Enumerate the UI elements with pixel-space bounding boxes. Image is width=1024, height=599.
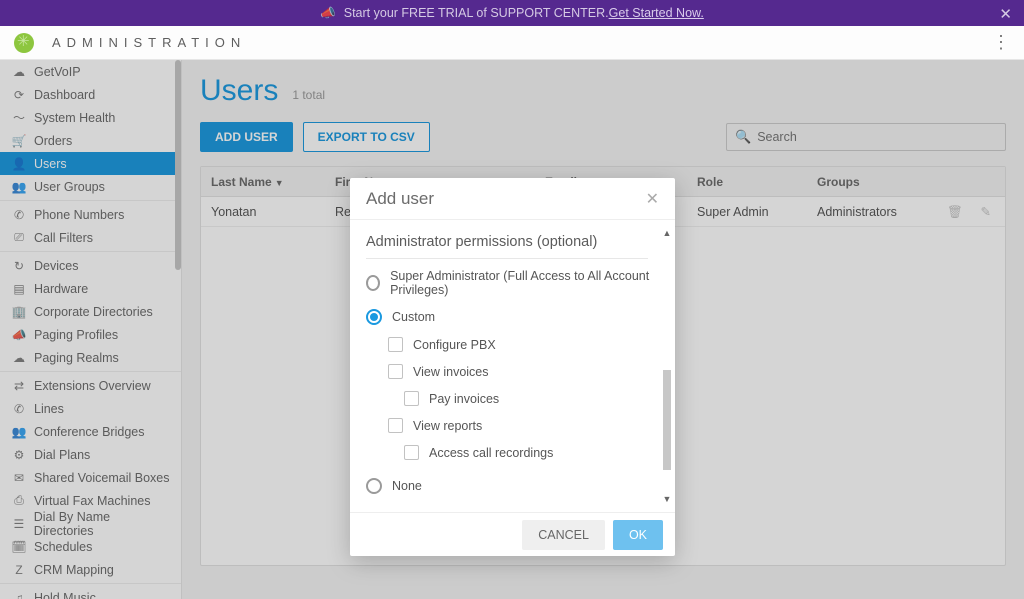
checkbox-access-recordings[interactable]: Access call recordings <box>404 445 659 460</box>
scroll-thumb[interactable] <box>663 370 671 470</box>
modal-title: Add user <box>366 189 434 209</box>
radio-icon <box>366 309 382 325</box>
close-icon[interactable]: ✕ <box>646 189 659 209</box>
radio-custom[interactable]: Custom <box>366 309 659 325</box>
checkbox-view-reports[interactable]: View reports <box>388 418 659 433</box>
brand-logo[interactable] <box>14 33 34 53</box>
scroll-up-icon[interactable]: ▲ <box>662 228 672 238</box>
checkbox-icon <box>404 391 419 406</box>
topbar: ADMINISTRATION ⋮ <box>0 26 1024 60</box>
megaphone-icon: 📣 <box>320 6 336 21</box>
checkbox-configure-pbx[interactable]: Configure PBX <box>388 337 659 352</box>
checkbox-pay-invoices[interactable]: Pay invoices <box>404 391 659 406</box>
radio-none[interactable]: None <box>366 478 659 494</box>
section-heading: Administrator permissions (optional) <box>366 230 648 259</box>
close-icon[interactable]: ✕ <box>999 5 1012 23</box>
trial-banner: 📣 Start your FREE TRIAL of SUPPORT CENTE… <box>0 0 1024 26</box>
checkbox-icon <box>404 445 419 460</box>
checkbox-icon <box>388 364 403 379</box>
kebab-menu-icon[interactable]: ⋮ <box>992 32 1010 53</box>
checkbox-view-invoices[interactable]: View invoices <box>388 364 659 379</box>
modal-scrollbar[interactable]: ▲ ▼ <box>660 228 673 504</box>
add-user-modal: Add user ✕ Administrator permissions (op… <box>350 178 675 556</box>
banner-text: Start your FREE TRIAL of SUPPORT CENTER. <box>344 6 609 20</box>
checkbox-icon <box>388 418 403 433</box>
radio-icon <box>366 275 380 291</box>
radio-icon <box>366 478 382 494</box>
ok-button[interactable]: OK <box>613 520 663 550</box>
scroll-down-icon[interactable]: ▼ <box>662 494 672 504</box>
radio-super-admin[interactable]: Super Administrator (Full Access to All … <box>366 269 659 297</box>
banner-link[interactable]: Get Started Now. <box>609 6 704 20</box>
checkbox-icon <box>388 337 403 352</box>
cancel-button[interactable]: CANCEL <box>522 520 605 550</box>
app-title: ADMINISTRATION <box>52 35 246 50</box>
